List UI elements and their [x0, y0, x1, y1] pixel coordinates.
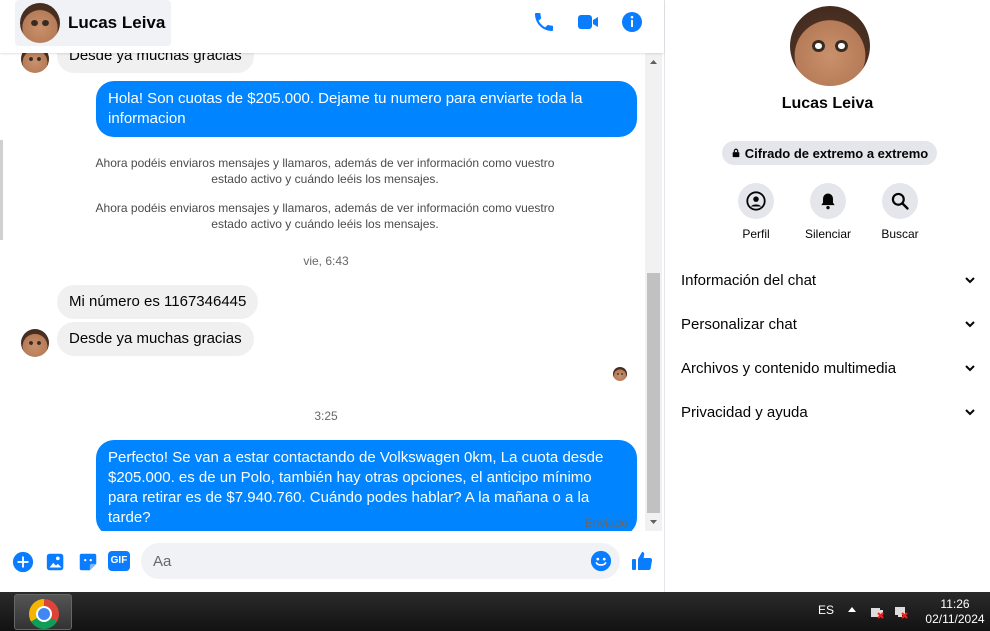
message-input-box[interactable] — [141, 543, 620, 579]
gif-icon-label: GIF — [110, 555, 128, 566]
header-contact-name: Lucas Leiva — [68, 13, 166, 32]
chevron-down-icon — [965, 365, 975, 372]
phone-icon[interactable] — [532, 10, 556, 34]
message-input[interactable] — [153, 543, 583, 579]
action-profile-circle — [738, 183, 774, 219]
emoji-icon[interactable] — [590, 550, 612, 572]
taskbar-chrome-button[interactable] — [14, 594, 72, 630]
thumbs-up-icon[interactable] — [630, 549, 654, 573]
sticker-icon[interactable] — [77, 551, 99, 573]
header-contact[interactable]: Lucas Leiva — [15, 0, 172, 46]
action-search-circle — [882, 183, 918, 219]
message-status: Enviado — [584, 516, 628, 530]
scroll-down-arrow-icon[interactable] — [645, 517, 662, 527]
read-receipt-avatar — [613, 367, 627, 381]
chat-header: Lucas Leiva — [0, 0, 664, 53]
tray-clock[interactable]: 11:26 02/11/2024 — [920, 597, 990, 627]
action-search-label: Buscar — [881, 227, 919, 241]
action-profile[interactable]: Perfil — [721, 183, 791, 241]
message-avatar — [21, 329, 49, 357]
info-contact-name: Lucas Leiva — [781, 95, 874, 112]
action-search[interactable]: Buscar — [865, 183, 935, 241]
section-label: Información del chat — [681, 271, 817, 289]
message-outgoing: Hola! Son cuotas de $205.000. Dejame tu … — [96, 81, 637, 137]
message-avatar — [21, 53, 49, 73]
app-root: Lucas Leiva Desde ya muchas gracias Hola… — [0, 0, 990, 631]
action-mute-label: Silenciar — [804, 227, 852, 241]
message-incoming: Desde ya muchas gracias — [57, 322, 254, 356]
message-list: Desde ya muchas gracias Hola! Son cuotas… — [0, 53, 645, 531]
tray-expand-icon[interactable] — [848, 607, 856, 612]
network-icon[interactable] — [893, 604, 909, 620]
power-icon[interactable] — [869, 604, 885, 620]
gallery-icon[interactable] — [45, 551, 67, 573]
tray-time: 11:26 — [940, 597, 970, 611]
taskbar: ES 11:26 02/11/2024 — [0, 592, 990, 631]
chat-info-panel: Lucas Leiva Cifrado de extremo a extremo… — [665, 0, 990, 592]
message-incoming: Desde ya muchas gracias — [57, 53, 254, 73]
chevron-down-icon — [965, 321, 975, 328]
profile-icon — [746, 191, 766, 211]
tray-language[interactable]: ES — [818, 603, 834, 617]
scroll-thumb[interactable] — [647, 273, 660, 513]
message-scrollbar[interactable] — [645, 53, 662, 531]
info-icon[interactable] — [620, 10, 644, 34]
encryption-badge[interactable]: Cifrado de extremo a extremo — [722, 141, 937, 165]
section-label: Archivos y contenido multimedia — [681, 359, 897, 377]
chevron-down-icon — [965, 277, 975, 284]
timestamp: vie, 6:43 — [303, 254, 349, 268]
bell-icon — [821, 193, 835, 210]
section-customize-chat[interactable]: Personalizar chat — [665, 304, 990, 344]
message-incoming: Mi número es 1167346445 — [57, 285, 259, 319]
action-mute[interactable]: Silenciar — [793, 183, 863, 241]
timestamp: 3:25 — [314, 409, 338, 423]
action-mute-circle — [810, 183, 846, 219]
encryption-label: Cifrado de extremo a extremo — [744, 145, 929, 161]
section-media-files[interactable]: Archivos y contenido multimedia — [665, 348, 990, 388]
message-outgoing: Perfecto! Se van a estar contactando de … — [96, 440, 637, 531]
search-icon — [891, 192, 909, 210]
tray-date: 02/11/2024 — [925, 612, 985, 626]
section-chat-info[interactable]: Información del chat — [665, 260, 990, 300]
system-notice: Ahora podéis enviaros mensajes y llamaro… — [95, 156, 555, 186]
section-label: Privacidad y ayuda — [681, 403, 808, 421]
header-avatar — [20, 3, 60, 43]
info-avatar — [790, 6, 870, 86]
section-privacy-help[interactable]: Privacidad y ayuda — [665, 392, 990, 432]
composer: GIF — [0, 531, 664, 592]
action-profile-label: Perfil — [742, 227, 770, 241]
plus-icon[interactable] — [12, 551, 34, 573]
lock-icon — [732, 148, 740, 158]
system-notice: Ahora podéis enviaros mensajes y llamaro… — [95, 201, 555, 231]
scroll-up-arrow-icon[interactable] — [645, 57, 662, 67]
chrome-icon — [29, 599, 59, 629]
section-label: Personalizar chat — [681, 315, 797, 333]
chevron-down-icon — [965, 409, 975, 416]
chat-pane: Lucas Leiva Desde ya muchas gracias Hola… — [0, 0, 665, 592]
video-call-icon[interactable] — [576, 10, 600, 34]
gif-icon[interactable]: GIF — [108, 551, 130, 571]
